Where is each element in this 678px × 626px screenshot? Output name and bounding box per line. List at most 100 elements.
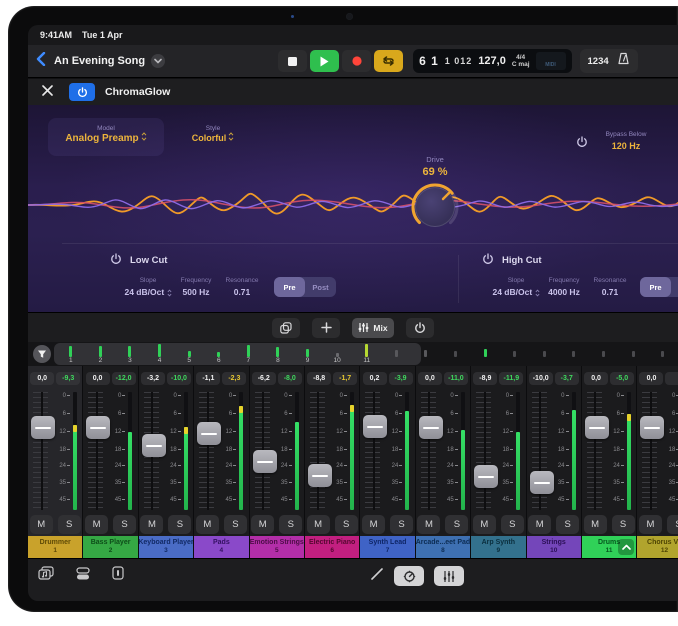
output-level-control[interactable]: Level 0.0 (664, 131, 678, 151)
drive-control[interactable]: Drive 69 % (400, 155, 470, 232)
overview-slot[interactable]: 10 (322, 342, 352, 366)
count-in-button[interactable]: 1234 (588, 56, 609, 67)
mute-button[interactable]: M (473, 515, 496, 534)
channel-strip[interactable]: 0,0-9,3061218243545MSDrummer1 (28, 366, 83, 558)
mute-button[interactable]: M (639, 515, 662, 534)
model-selector[interactable]: Model Analog Preamp (48, 118, 164, 156)
overview-slot[interactable] (618, 342, 648, 366)
channel-strip[interactable]: 0,2-3,9061218243545MSSynth Lead7 (360, 366, 415, 558)
overview-slot[interactable]: 6 (204, 342, 234, 366)
overview-slot[interactable]: 5 (174, 342, 204, 366)
overview-slot[interactable]: 2 (86, 342, 116, 366)
overview-slot[interactable]: 8 (263, 342, 293, 366)
mute-button[interactable]: M (584, 515, 607, 534)
bypass-power-icon[interactable] (576, 135, 588, 153)
overview-slot[interactable] (589, 342, 619, 366)
mute-button[interactable]: M (251, 515, 274, 534)
track-name-plate[interactable]: Drummer1 (28, 536, 82, 558)
track-name-plate[interactable]: Emotion Strings5 (250, 536, 304, 558)
fader-handle[interactable] (419, 416, 443, 439)
pencil-icon[interactable] (370, 567, 384, 586)
mixer-power-button[interactable] (406, 318, 434, 338)
mute-button[interactable]: M (196, 515, 219, 534)
channel-strip[interactable]: 0,0-12,0061218243545MSBass Player2 (83, 366, 138, 558)
overview-slot[interactable] (470, 342, 500, 366)
lcd-display[interactable]: 6 1 1 012 127,0 4/4 C maj MIDI (413, 49, 571, 73)
fader-handle[interactable] (530, 471, 554, 494)
overview-slot[interactable]: 3 (115, 342, 145, 366)
mute-button[interactable]: M (140, 515, 163, 534)
track-name-plate[interactable]: Keyboard Player3 (139, 536, 193, 558)
fader-handle[interactable] (308, 464, 332, 487)
low-cut-resonance[interactable]: Resonance 0.71 (210, 277, 274, 297)
solo-button[interactable]: S (612, 515, 635, 534)
fader-handle[interactable] (474, 465, 498, 488)
high-cut-pre-post-toggle[interactable]: Pre Post (640, 277, 678, 297)
solo-button[interactable]: S (556, 515, 579, 534)
channel-strip[interactable]: -8,8-1,7061218243545MSElectric Piano6 (305, 366, 360, 558)
overview-slot[interactable] (441, 342, 471, 366)
record-button[interactable] (342, 50, 371, 72)
solo-button[interactable]: S (335, 515, 358, 534)
overview-slot[interactable] (530, 342, 560, 366)
track-name-plate[interactable]: Synth Lead7 (360, 536, 414, 558)
track-name-plate[interactable]: Strings10 (527, 536, 581, 558)
channel-strip[interactable]: -10,0-3,7061218243545MSStrings10 (527, 366, 582, 558)
overview-slot[interactable] (648, 342, 678, 366)
channel-strip[interactable]: -1,1-2,3061218243545MSPads4 (194, 366, 249, 558)
drive-knob[interactable] (410, 182, 460, 232)
plugin-power-button[interactable] (69, 83, 95, 101)
low-cut-pre-post-toggle[interactable]: Pre Post (274, 277, 336, 297)
collapse-chevron-icon[interactable] (618, 539, 634, 555)
fader-handle[interactable] (253, 450, 277, 473)
controls-view-button[interactable] (394, 566, 424, 586)
add-track-button[interactable] (312, 318, 340, 338)
solo-button[interactable]: S (667, 515, 678, 534)
channel-strip[interactable]: 0,0-5,0061218243545MSDrums11 (582, 366, 637, 558)
mute-button[interactable]: M (30, 515, 53, 534)
regions-icon[interactable] (76, 567, 90, 585)
high-cut-power-icon[interactable] (482, 253, 494, 268)
overview-slot[interactable]: 11 (352, 342, 382, 366)
low-cut-power-icon[interactable] (110, 253, 122, 268)
fader-handle[interactable] (31, 416, 55, 439)
song-menu-chevron-icon[interactable] (151, 54, 165, 68)
overview-slot[interactable]: 7 (234, 342, 264, 366)
track-name-plate[interactable]: Pads4 (194, 536, 248, 558)
fader-handle[interactable] (197, 422, 221, 445)
overview-slot[interactable] (559, 342, 589, 366)
faders-view-button[interactable] (434, 566, 464, 586)
bypass-below-control[interactable]: Bypass Below 120 Hz (594, 131, 658, 151)
overview-slot[interactable] (500, 342, 530, 366)
pre-option[interactable]: Pre (274, 277, 305, 297)
channel-strip[interactable]: 0,0061218243545MSChorus Vo12 (637, 366, 678, 558)
solo-button[interactable]: S (501, 515, 524, 534)
solo-button[interactable]: S (390, 515, 413, 534)
solo-button[interactable]: S (224, 515, 247, 534)
browser-icon[interactable] (38, 566, 54, 585)
mute-button[interactable]: M (528, 515, 551, 534)
post-option[interactable]: Post (671, 277, 678, 297)
post-option[interactable]: Post (305, 277, 336, 297)
fader-handle[interactable] (640, 416, 664, 439)
channel-strip[interactable]: -6,2-8,0061218243545MSEmotion Strings5 (250, 366, 305, 558)
overview-slot[interactable]: 1 (56, 342, 86, 366)
mute-button[interactable]: M (362, 515, 385, 534)
duplicate-button[interactable] (272, 318, 300, 338)
track-name-plate[interactable]: Arp Synth9 (471, 536, 525, 558)
track-name-plate[interactable]: Bass Player2 (83, 536, 137, 558)
song-title[interactable]: An Evening Song (54, 55, 145, 67)
track-name-plate[interactable]: Drums11 (582, 536, 636, 558)
channel-strip[interactable]: -3,2-10,0061218243545MSKeyboard Player3 (139, 366, 194, 558)
mute-button[interactable]: M (307, 515, 330, 534)
high-cut-resonance[interactable]: Resonance 0.71 (578, 277, 642, 297)
solo-button[interactable]: S (113, 515, 136, 534)
fader-handle[interactable] (363, 415, 387, 438)
track-name-plate[interactable]: Chorus Vo12 (637, 536, 678, 558)
close-icon[interactable] (42, 83, 53, 101)
plugin-slot-icon[interactable] (112, 566, 124, 585)
cycle-button[interactable] (374, 50, 403, 72)
channel-overview-strip[interactable]: 1234567891011 (28, 342, 678, 366)
mix-view-button[interactable]: Mix (352, 318, 393, 338)
solo-button[interactable]: S (279, 515, 302, 534)
